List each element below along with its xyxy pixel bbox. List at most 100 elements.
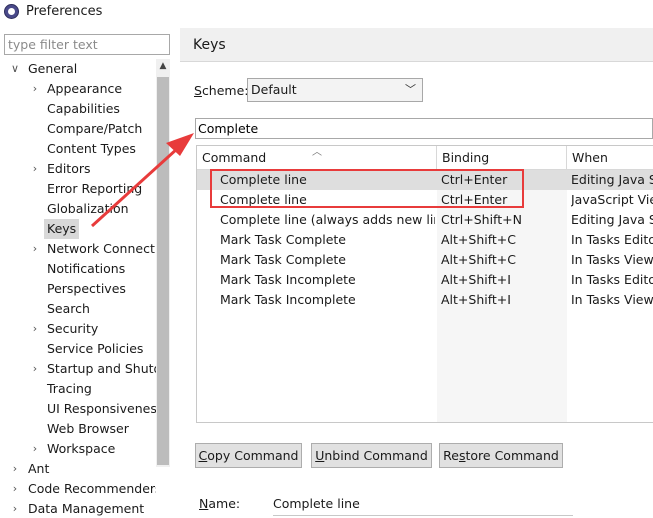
column-header-binding[interactable]: Binding bbox=[437, 146, 567, 170]
chevron-right-icon[interactable]: › bbox=[30, 79, 40, 99]
cell-command: Mark Task Incomplete bbox=[220, 292, 356, 307]
cell-binding: Alt+Shift+C bbox=[441, 252, 517, 267]
cell-command: Mark Task Complete bbox=[220, 252, 346, 267]
scheme-select[interactable]: Default ﹀ bbox=[247, 78, 423, 102]
table-row[interactable]: Complete line Ctrl+Enter JavaScript View bbox=[197, 190, 653, 210]
cell-command: Mark Task Incomplete bbox=[220, 272, 356, 287]
filter-input[interactable] bbox=[4, 34, 170, 55]
cell-when: In Tasks Editor bbox=[571, 232, 653, 247]
tree-item-ant[interactable]: Ant bbox=[28, 459, 49, 479]
cell-command: Mark Task Complete bbox=[220, 232, 346, 247]
tree-item-appearance[interactable]: Appearance bbox=[47, 79, 122, 99]
name-label: Name: bbox=[199, 496, 240, 511]
column-header-label: Binding bbox=[442, 150, 490, 165]
tree-item-search[interactable]: Search bbox=[47, 299, 90, 319]
name-label-text: ame: bbox=[208, 496, 241, 511]
copy-command-button[interactable]: Copy Command bbox=[195, 443, 302, 468]
tree-item-general[interactable]: General bbox=[28, 59, 77, 79]
cell-command: Complete line bbox=[220, 192, 307, 207]
table-row[interactable]: Mark Task Incomplete Alt+Shift+I In Tasks … bbox=[197, 270, 653, 290]
chevron-right-icon[interactable]: › bbox=[30, 359, 40, 379]
scroll-up-arrow-icon[interactable]: ▲ bbox=[156, 59, 170, 73]
tree-item-web-browser[interactable]: Web Browser bbox=[47, 419, 129, 439]
cell-when: JavaScript View bbox=[571, 192, 653, 207]
restore-command-button[interactable]: Restore Command bbox=[439, 443, 563, 468]
name-value: Complete line bbox=[273, 496, 360, 511]
column-header-label: When bbox=[572, 150, 608, 165]
page-title: Keys bbox=[193, 37, 226, 53]
eclipse-icon bbox=[4, 4, 19, 19]
unbind-label: nbind Command bbox=[324, 448, 428, 463]
cell-when: In Tasks View bbox=[571, 252, 653, 267]
chevron-down-icon: ﹀ bbox=[405, 83, 416, 96]
keys-table: ︿ Command Binding When Complete line Ctrl… bbox=[196, 145, 653, 423]
tree-item-tracing[interactable]: Tracing bbox=[47, 379, 92, 399]
command-filter-input[interactable] bbox=[195, 118, 653, 139]
column-header-when[interactable]: When bbox=[567, 146, 653, 170]
tree-item-capabilities[interactable]: Capabilities bbox=[47, 99, 120, 119]
unbind-command-button[interactable]: Unbind Command bbox=[311, 443, 432, 468]
name-mnemonic: N bbox=[199, 496, 209, 511]
restore-label: tore Command bbox=[465, 448, 559, 463]
tree-item-startup-and-shutd[interactable]: Startup and Shutd bbox=[47, 359, 156, 379]
chevron-right-icon[interactable]: › bbox=[10, 499, 20, 518]
table-row[interactable]: Complete line Ctrl+Enter Editing Java So bbox=[197, 170, 653, 190]
tree-item-code-recommenders[interactable]: Code Recommenders bbox=[28, 479, 156, 499]
unbind-mnemonic: U bbox=[315, 448, 325, 463]
tree-item-error-reporting[interactable]: Error Reporting bbox=[47, 179, 142, 199]
tree-item-globalization[interactable]: Globalization bbox=[47, 199, 129, 219]
cell-command: Complete line (always adds new line) bbox=[220, 212, 435, 227]
cell-binding: Ctrl+Shift+N bbox=[441, 212, 522, 227]
scheme-mnemonic: S bbox=[194, 83, 202, 98]
cell-binding: Alt+Shift+C bbox=[441, 232, 517, 247]
chevron-down-icon[interactable]: ∨ bbox=[10, 59, 20, 79]
cell-command: Complete line bbox=[220, 172, 307, 187]
tree-scrollbar[interactable]: ▲ bbox=[156, 59, 170, 467]
cell-binding: Ctrl+Enter bbox=[441, 192, 508, 207]
column-header-command[interactable]: ︿ Command bbox=[197, 146, 437, 170]
chevron-right-icon[interactable]: › bbox=[30, 319, 40, 339]
table-header: ︿ Command Binding When bbox=[197, 146, 653, 170]
cell-binding: Alt+Shift+I bbox=[441, 272, 511, 287]
tree-item-network-connectio[interactable]: Network Connectio bbox=[47, 239, 156, 259]
scheme-value: Default bbox=[251, 82, 297, 97]
tree-item-security[interactable]: Security bbox=[47, 319, 98, 339]
chevron-right-icon[interactable]: › bbox=[30, 239, 40, 259]
copy-mnemonic: C bbox=[198, 448, 208, 463]
tree-item-compare-patch[interactable]: Compare/Patch bbox=[47, 119, 142, 139]
cell-when: Editing Java So bbox=[571, 212, 653, 227]
table-row[interactable]: Mark Task Complete Alt+Shift+C In Tasks Vi… bbox=[197, 250, 653, 270]
chevron-right-icon[interactable]: › bbox=[10, 479, 20, 499]
preferences-tree: ∨ General › Appearance Capabilities Compare/P… bbox=[0, 59, 156, 518]
table-row[interactable]: Complete line (always adds new line) Ctrl… bbox=[197, 210, 653, 230]
tree-item-data-management[interactable]: Data Management bbox=[28, 499, 144, 518]
tree-item-ui-responsiveness[interactable]: UI Responsiveness bbox=[47, 399, 156, 419]
tree-item-notifications[interactable]: Notifications bbox=[47, 259, 125, 279]
table-row[interactable]: Mark Task Incomplete Alt+Shift+I In Tasks … bbox=[197, 290, 653, 310]
tree-item-keys[interactable]: Keys bbox=[44, 219, 80, 239]
chevron-right-icon[interactable]: › bbox=[10, 459, 20, 479]
cell-when: In Tasks View bbox=[571, 292, 653, 307]
scroll-thumb[interactable] bbox=[157, 77, 169, 465]
page-header bbox=[180, 28, 653, 62]
cell-when: In Tasks Editor bbox=[571, 272, 653, 287]
tree-item-editors[interactable]: Editors bbox=[47, 159, 91, 179]
chevron-right-icon[interactable]: › bbox=[30, 439, 40, 459]
scheme-label: Scheme: bbox=[194, 83, 249, 98]
scheme-label-text: cheme: bbox=[201, 83, 249, 98]
sort-caret-icon: ︿ bbox=[312, 147, 322, 158]
tree-item-service-policies[interactable]: Service Policies bbox=[47, 339, 143, 359]
tree-item-perspectives[interactable]: Perspectives bbox=[47, 279, 126, 299]
cell-binding: Alt+Shift+I bbox=[441, 292, 511, 307]
title-bar: Preferences bbox=[0, 0, 653, 24]
copy-label: opy Command bbox=[207, 448, 299, 463]
tree-item-workspace[interactable]: Workspace bbox=[47, 439, 115, 459]
cell-binding: Ctrl+Enter bbox=[441, 172, 508, 187]
restore-label-pre: Re bbox=[443, 448, 459, 463]
cell-when: Editing Java So bbox=[571, 172, 653, 187]
column-header-label: Command bbox=[202, 150, 267, 165]
table-row[interactable]: Mark Task Complete Alt+Shift+C In Tasks Ed… bbox=[197, 230, 653, 250]
window-title: Preferences bbox=[26, 4, 103, 19]
tree-item-content-types[interactable]: Content Types bbox=[47, 139, 136, 159]
chevron-right-icon[interactable]: › bbox=[30, 159, 40, 179]
